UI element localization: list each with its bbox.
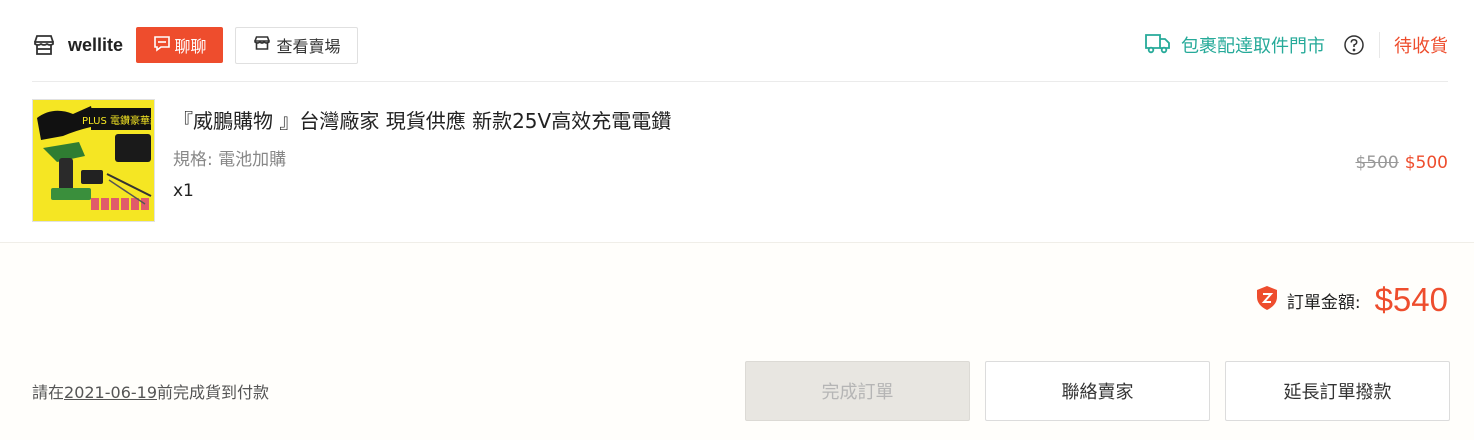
product-info: 『威鵬購物 』台灣廠家 現貨供應 新款25V高效充電電鑽 規格: 電池加購 x1 <box>173 99 671 223</box>
order-status: 待收貨 <box>1394 36 1448 57</box>
complete-order-button[interactable]: 完成訂單 <box>745 361 970 421</box>
deadline-suffix: 前完成貨到付款 <box>157 383 270 402</box>
view-shop-button[interactable]: 查看賣場 <box>235 26 359 64</box>
chat-button[interactable]: 聊聊 <box>136 27 224 63</box>
header-divider <box>1379 32 1380 58</box>
deadline-date[interactable]: 2021-06-19 <box>64 383 157 402</box>
chat-button-label: 聊聊 <box>174 37 207 56</box>
order-header: wellite 聊聊 查看賣場 包裹配達取件門市 待收貨 <box>32 26 1448 64</box>
original-price: $500 <box>1355 153 1399 173</box>
chat-icon <box>153 34 171 56</box>
extend-payout-button[interactable]: 延長訂單撥款 <box>1225 361 1450 421</box>
order-top-section: wellite 聊聊 查看賣場 包裹配達取件門市 待收貨 PLUS 電鑽豪華組 … <box>0 0 1474 242</box>
product-quantity: x1 <box>173 181 194 201</box>
product-spec: 規格: 電池加購 <box>173 150 287 170</box>
order-total: 訂單金額: $540 <box>1255 281 1448 319</box>
help-icon[interactable] <box>1343 34 1365 56</box>
shop-name[interactable]: wellite <box>68 35 123 56</box>
total-label: 訂單金額: <box>1286 292 1361 313</box>
deadline-prefix: 請在 <box>32 383 65 402</box>
order-card: wellite 聊聊 查看賣場 包裹配達取件門市 待收貨 PLUS 電鑽豪華組 … <box>0 0 1474 440</box>
header-right: 包裹配達取件門市 待收貨 <box>1145 32 1448 59</box>
product-image[interactable]: PLUS 電鑽豪華組 <box>32 99 155 222</box>
current-price: $500 <box>1404 153 1448 173</box>
payment-deadline-note: 請在2021-06-19前完成貨到付款 <box>32 379 269 403</box>
contact-seller-button[interactable]: 聯絡賣家 <box>985 361 1210 421</box>
view-shop-label: 查看賣場 <box>276 37 341 56</box>
shield-icon <box>1255 285 1279 315</box>
product-image-caption: PLUS 電鑽豪華組 <box>82 114 155 127</box>
product-title[interactable]: 『威鵬購物 』台灣廠家 現貨供應 新款25V高效充電電鑽 <box>173 105 671 134</box>
truck-icon <box>1145 32 1171 59</box>
header-divider-line <box>32 81 1448 82</box>
product-row[interactable]: PLUS 電鑽豪華組 『威鵬購物 』台灣廠家 現貨供應 新款25V高效充電電鑽 … <box>32 99 1448 223</box>
store-icon <box>253 34 271 56</box>
shop-icon <box>32 33 56 57</box>
order-footer: 訂單金額: $540 請在2021-06-19前完成貨到付款 完成訂單 聯絡賣家… <box>0 242 1474 440</box>
product-price: $500 $500 <box>1355 153 1448 173</box>
delivery-status[interactable]: 包裹配達取件門市 <box>1145 32 1325 59</box>
total-amount: $540 <box>1374 281 1448 318</box>
delivery-text: 包裹配達取件門市 <box>1181 36 1325 57</box>
